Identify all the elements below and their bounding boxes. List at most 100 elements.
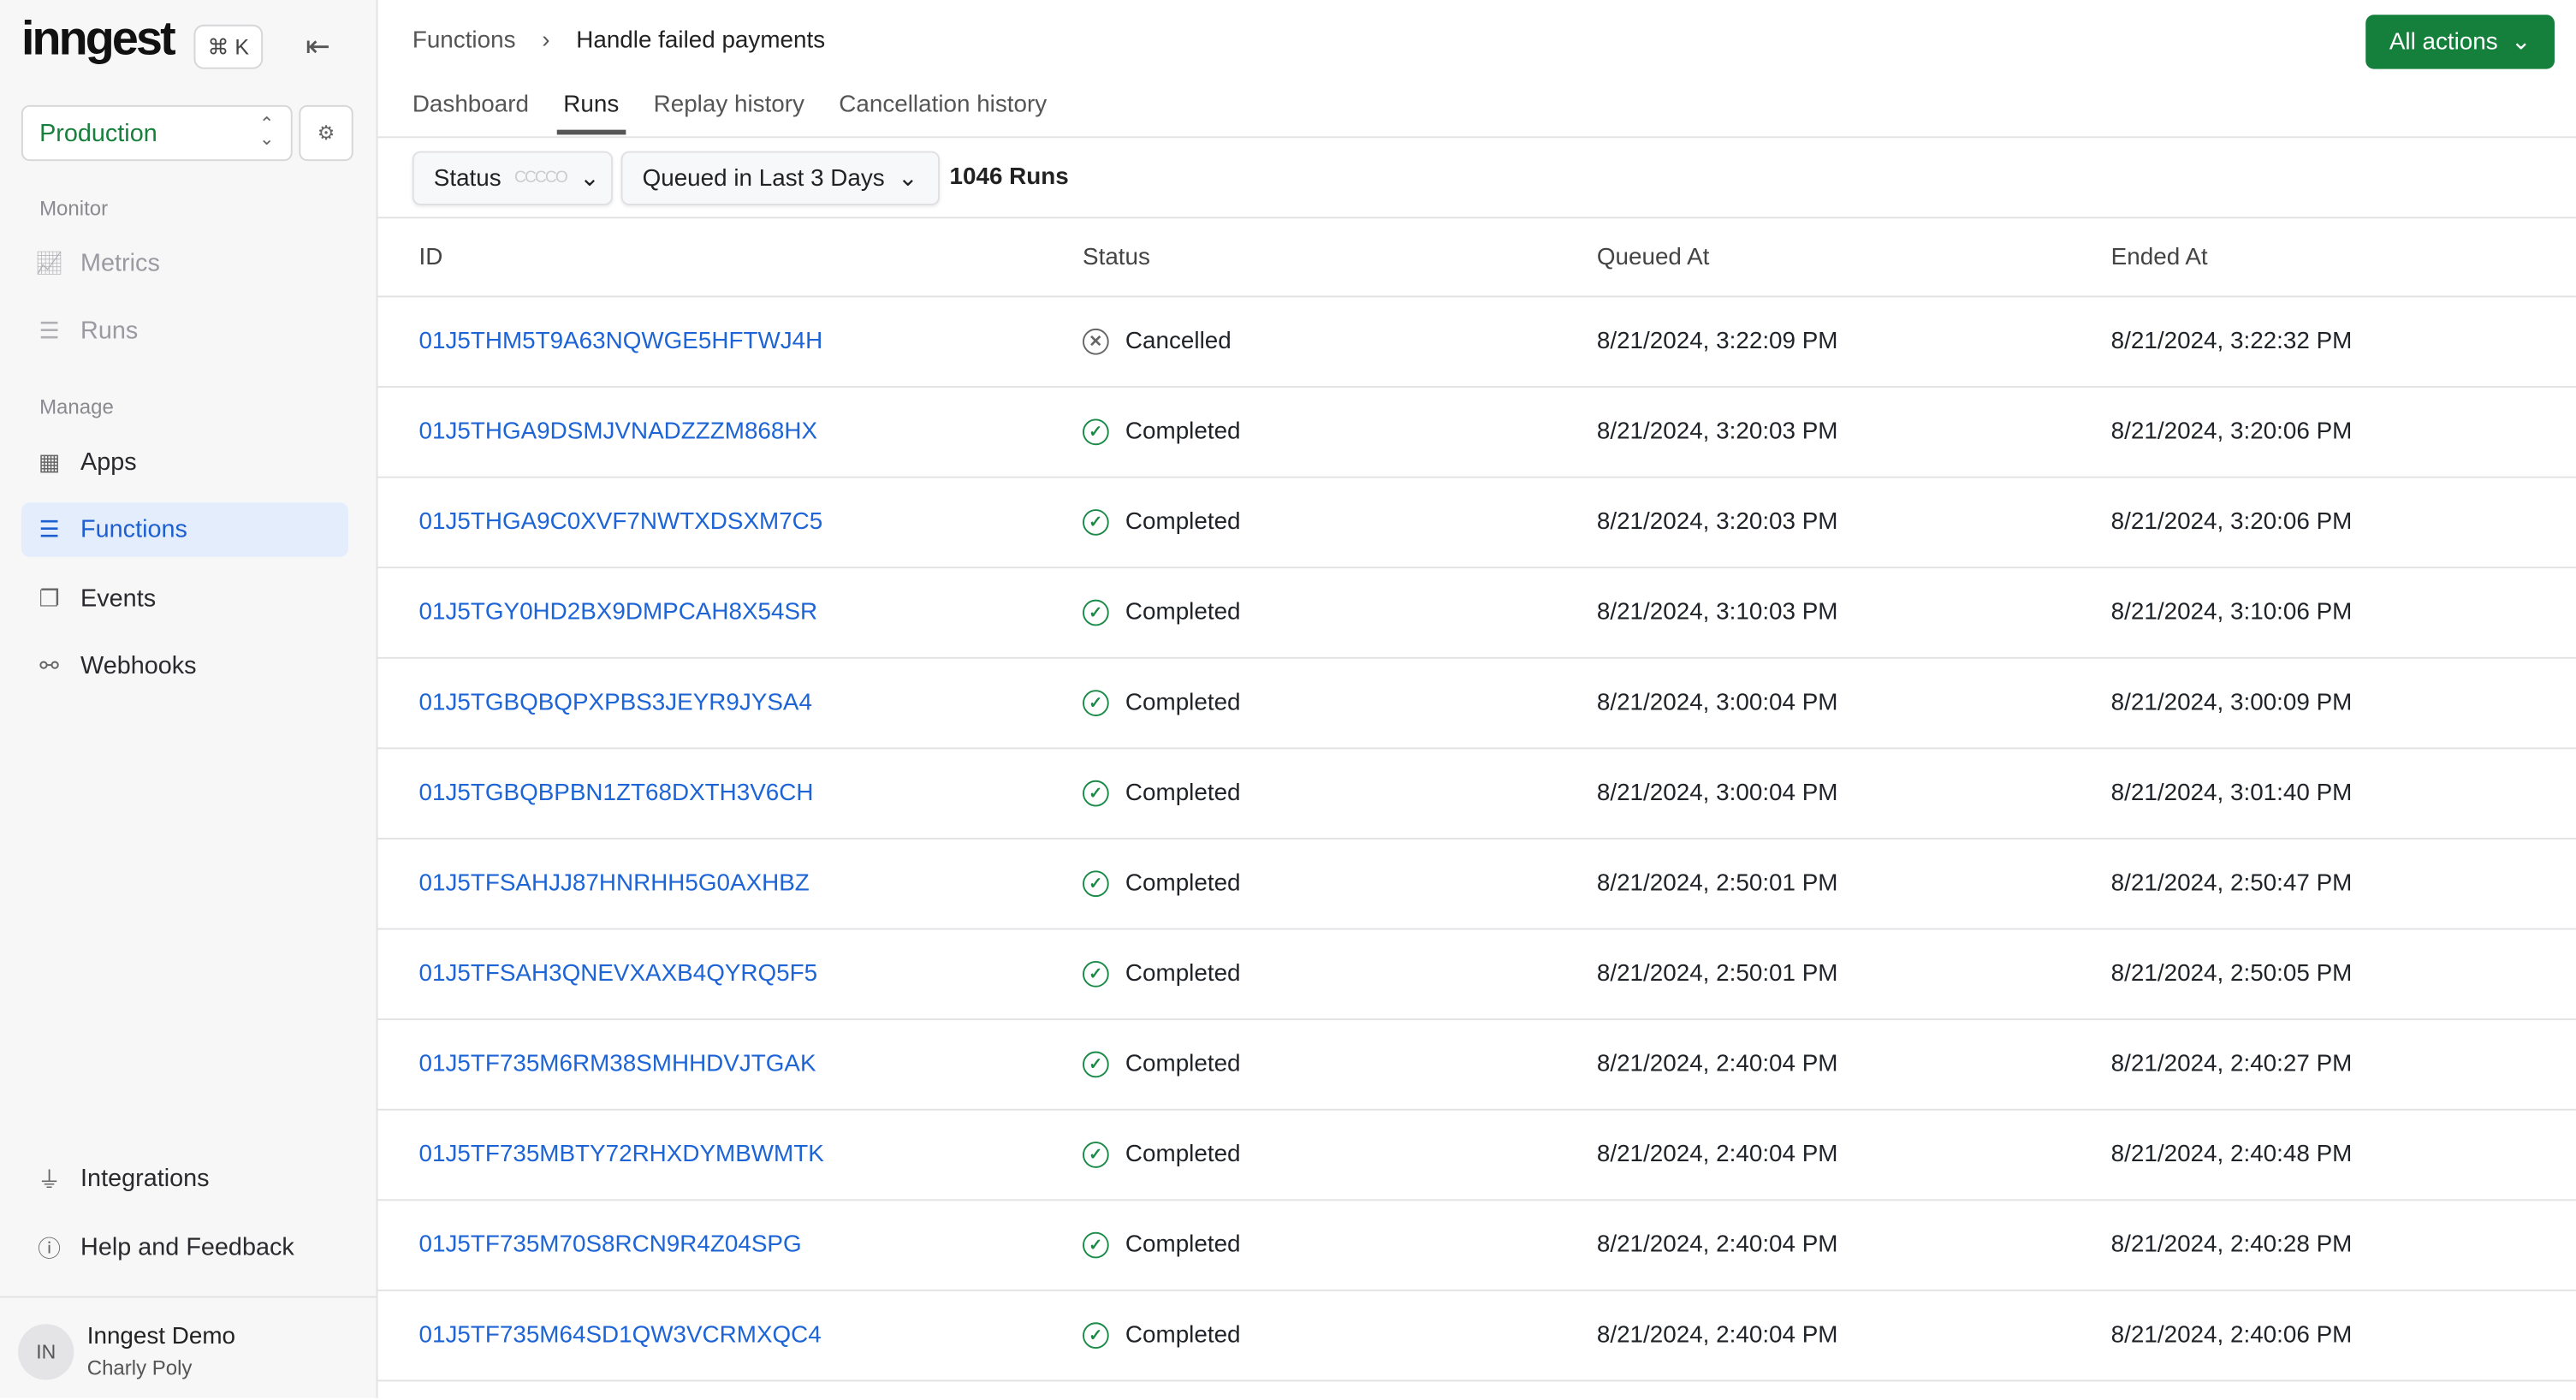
chevron-down-icon: ⌄ <box>579 164 600 192</box>
sidebar-item-metrics[interactable]: 📈︎ Metrics <box>21 236 348 290</box>
inngest-logo[interactable]: inngest <box>21 13 176 67</box>
all-actions-button[interactable]: All actions ⌄ <box>2365 15 2555 69</box>
check-circle-icon: ✓ <box>1083 1142 1109 1168</box>
sidebar: inngest ⌘ K ⇤ Production ⌃ ⌄ ⚙ Monitor 📈︎… <box>0 0 378 1398</box>
user-name: Inngest Demo <box>86 1324 236 1350</box>
help-icon: ⓘ <box>38 1234 62 1261</box>
status-label: Completed <box>1125 780 1241 807</box>
sidebar-item-events[interactable]: ❐ Events <box>21 572 348 626</box>
table-row[interactable]: 01J5TGY0HD2BX9DMPCAH8X54SR ✓ Completed 8/… <box>377 568 2576 659</box>
table-row[interactable]: 01J5TGBQBQPXPBS3JEYR9JYSA4 ✓ Completed 8/… <box>377 659 2576 750</box>
tab-replay-history[interactable]: Replay history <box>654 92 804 134</box>
runs-count: 1046 Runs <box>949 163 1069 191</box>
status-filter[interactable]: Status CCCCO ⌄ <box>412 151 614 205</box>
run-id-link[interactable]: 01J5TF735M64SD1QW3VCRMXQC4 <box>418 1322 821 1349</box>
sidebar-item-webhooks[interactable]: ⚯ Webhooks <box>21 639 348 693</box>
chevron-down-icon: ⌄ <box>2511 28 2531 56</box>
time-filter-label: Queued in Last 3 Days <box>642 164 885 192</box>
breadcrumb-current: Handle failed payments <box>576 27 826 55</box>
run-status: ✓ Completed <box>1083 509 1241 536</box>
tabs: Dashboard Runs Replay history Cancellati… <box>413 92 1047 135</box>
queued-at: 8/21/2024, 3:22:09 PM <box>1596 328 1838 355</box>
run-status: ✕ Cancelled <box>1083 328 1232 355</box>
sidebar-item-label: Webhooks <box>80 652 197 680</box>
column-status[interactable]: Status <box>1083 244 1150 270</box>
run-id-link[interactable]: 01J5THM5T9A63NQWGE5HFTWJ4H <box>418 329 822 355</box>
tab-dashboard[interactable]: Dashboard <box>413 92 529 134</box>
collapse-sidebar-icon[interactable]: ⇤ <box>306 30 330 64</box>
queued-at: 8/21/2024, 2:40:04 PM <box>1596 1231 1838 1259</box>
cancelled-icon: ✕ <box>1083 328 1109 355</box>
table-row[interactable]: 01J5TF735M70S8RCN9R4Z04SPG ✓ Completed 8/… <box>377 1201 2576 1291</box>
table-header: ID Status Queued At Ended At <box>377 218 2576 298</box>
run-status: ✓ Completed <box>1083 690 1241 716</box>
column-ended-at[interactable]: Ended At <box>2111 244 2208 270</box>
run-id-link[interactable]: 01J5TFSAHJJ87HNRHH5G0AXHBZ <box>418 870 809 897</box>
check-circle-icon: ✓ <box>1083 1051 1109 1078</box>
sidebar-item-label: Help and Feedback <box>80 1233 294 1262</box>
ended-at: 8/21/2024, 3:20:06 PM <box>2110 509 2353 536</box>
main-content: Functions › Handle failed payments All a… <box>377 0 2576 1398</box>
table-row[interactable]: 01J5TFSAHJJ87HNRHH5G0AXHBZ ✓ Completed 8/… <box>377 839 2576 930</box>
run-id-link[interactable]: 01J5THGA9C0XVF7NWTXDSXM7C5 <box>418 509 822 536</box>
check-circle-icon: ✓ <box>1083 690 1109 716</box>
table-row[interactable]: 01J5THGA9DSMJVNADZZZM868HX ✓ Completed 8/… <box>377 388 2576 478</box>
section-monitor: Monitor <box>39 197 109 221</box>
run-status: ✓ Completed <box>1083 780 1241 807</box>
status-label: Completed <box>1125 1142 1241 1168</box>
status-label: Completed <box>1125 960 1241 988</box>
sidebar-item-integrations[interactable]: ⏚ Integrations <box>21 1152 348 1206</box>
column-id[interactable]: ID <box>418 244 442 270</box>
chevron-right-icon: › <box>542 27 550 55</box>
run-id-link[interactable]: 01J5TF735M70S8RCN9R4Z04SPG <box>418 1232 801 1259</box>
run-id-link[interactable]: 01J5TF735MBTY72RHXDYMBWMTK <box>418 1142 823 1168</box>
check-circle-icon: ✓ <box>1083 418 1109 446</box>
check-circle-icon: ✓ <box>1083 509 1109 536</box>
table-row[interactable]: 01J5TGBQBPBN1ZT68DXTH3V6CH ✓ Completed 8/… <box>377 749 2576 839</box>
table-row[interactable]: 01J5TF735M6RM38SMHHDVJTGAK ✓ Completed 8/… <box>377 1020 2576 1111</box>
run-id-link[interactable]: 01J5TGY0HD2BX9DMPCAH8X54SR <box>418 600 817 626</box>
table-row[interactable]: 01J5TFSAH3QNEVXAXB4QYRQ5F5 ✓ Completed 8/… <box>377 929 2576 1021</box>
ended-at: 8/21/2024, 3:00:09 PM <box>2110 690 2353 716</box>
environment-settings-button[interactable]: ⚙ <box>299 104 353 162</box>
table-row[interactable]: 01J5TF735M64SD1QW3VCRMXQC4 ✓ Completed 8/… <box>377 1291 2576 1382</box>
run-id-link[interactable]: 01J5TFSAH3QNEVXAXB4QYRQ5F5 <box>418 961 817 988</box>
tab-cancellation-history[interactable]: Cancellation history <box>839 92 1047 134</box>
run-id-link[interactable]: 01J5TF735M6RM38SMHHDVJTGAK <box>418 1052 816 1078</box>
sidebar-item-label: Integrations <box>80 1164 210 1193</box>
table-row[interactable]: 01J5TF735MBTY72RHXDYMBWMTK ✓ Completed 8/… <box>377 1111 2576 1201</box>
status-label: Completed <box>1125 509 1241 536</box>
status-label: Completed <box>1125 1051 1241 1078</box>
sidebar-item-help[interactable]: ⓘ Help and Feedback <box>21 1220 348 1274</box>
time-filter[interactable]: Queued in Last 3 Days ⌄ <box>620 151 941 205</box>
sidebar-item-functions[interactable]: ☰ Functions <box>21 502 348 557</box>
column-queued-at[interactable]: Queued At <box>1597 244 1710 270</box>
environment-select[interactable]: Production ⌃ ⌄ <box>21 104 293 162</box>
webhooks-icon: ⚯ <box>39 652 59 679</box>
sidebar-item-runs[interactable]: ☰ Runs <box>21 304 348 358</box>
run-id-link[interactable]: 01J5THGA9DSMJVNADZZZM868HX <box>418 418 817 445</box>
user-org: Charly Poly <box>86 1356 193 1380</box>
run-status: ✓ Completed <box>1083 870 1241 898</box>
queued-at: 8/21/2024, 3:00:04 PM <box>1596 690 1838 716</box>
command-palette-button[interactable]: ⌘ K <box>193 24 264 69</box>
sidebar-item-apps[interactable]: ▦ Apps <box>21 436 348 489</box>
queued-at: 8/21/2024, 2:50:01 PM <box>1596 870 1838 898</box>
queued-at: 8/21/2024, 3:10:03 PM <box>1596 599 1838 626</box>
run-id-link[interactable]: 01J5TGBQBPBN1ZT68DXTH3V6CH <box>418 780 813 807</box>
table-row[interactable]: 01J5THM5T9A63NQWGE5HFTWJ4H ✕ Cancelled 8/… <box>377 297 2576 389</box>
breadcrumb-functions[interactable]: Functions <box>413 28 516 55</box>
check-circle-icon: ✓ <box>1083 960 1109 988</box>
status-filter-label: Status <box>433 164 502 192</box>
run-id-link[interactable]: 01J5TGBQBQPXPBS3JEYR9JYSA4 <box>418 690 811 716</box>
queued-at: 8/21/2024, 2:40:04 PM <box>1596 1322 1838 1349</box>
sidebar-item-label: Runs <box>80 317 139 346</box>
table-row[interactable]: 01J5THGA9C0XVF7NWTXDSXM7C5 ✓ Completed 8/… <box>377 478 2576 569</box>
queued-at: 8/21/2024, 2:50:01 PM <box>1596 960 1838 988</box>
run-status: ✓ Completed <box>1083 1322 1241 1349</box>
tab-runs[interactable]: Runs <box>556 92 626 135</box>
user-menu[interactable]: IN Inngest Demo Charly Poly <box>0 1296 377 1400</box>
environment-label: Production <box>39 119 157 147</box>
ended-at: 8/21/2024, 2:40:28 PM <box>2110 1231 2353 1259</box>
all-actions-label: All actions <box>2389 28 2498 56</box>
